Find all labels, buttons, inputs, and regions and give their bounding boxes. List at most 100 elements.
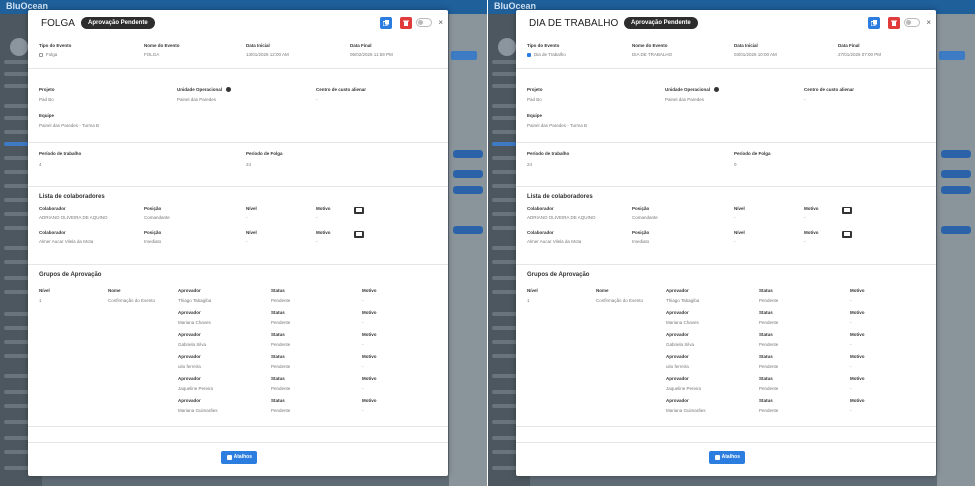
approver-status: Pendente bbox=[759, 320, 779, 325]
approver-name: Mariana Chaves bbox=[178, 320, 211, 325]
footer-divider bbox=[28, 442, 448, 443]
approver-label: Aprovador bbox=[666, 354, 689, 359]
info-icon[interactable] bbox=[226, 87, 231, 92]
collaborator-level: - bbox=[246, 239, 248, 244]
approver-name: Thiago Tabagiba bbox=[666, 298, 700, 303]
delete-button[interactable] bbox=[400, 17, 412, 29]
event-name-value: DIA DE TRABALHO bbox=[632, 52, 673, 57]
reason-label: Motivo bbox=[362, 310, 377, 315]
shortcuts-label: Atalhos bbox=[721, 454, 740, 460]
level-label: Nível bbox=[246, 230, 257, 235]
right-screen: BluOcean DIA DE TRABALHO Aprovação Pende… bbox=[488, 0, 975, 486]
event-type-checkbox[interactable] bbox=[39, 53, 43, 57]
calendar-event[interactable] bbox=[453, 170, 483, 178]
event-type-checkbox[interactable] bbox=[527, 53, 531, 57]
approval-button[interactable] bbox=[451, 51, 477, 60]
section-divider bbox=[516, 426, 936, 427]
status-label: Status bbox=[759, 310, 773, 315]
calendar-event[interactable] bbox=[941, 170, 971, 178]
approver-label: Aprovador bbox=[666, 332, 689, 337]
calendar-event[interactable] bbox=[453, 186, 483, 194]
calendar-event[interactable] bbox=[453, 226, 483, 234]
reason-label: Motivo bbox=[850, 398, 865, 403]
status-label: Status bbox=[271, 288, 285, 293]
delete-button[interactable] bbox=[888, 17, 900, 29]
collaborator-name: ADRIANO OLIVEIRA DE AQUINO bbox=[527, 215, 596, 220]
copy-button[interactable] bbox=[868, 17, 880, 29]
calendar-event[interactable] bbox=[941, 186, 971, 194]
status-label: Status bbox=[759, 354, 773, 359]
approver-status: Pendente bbox=[759, 364, 779, 369]
chat-icon[interactable] bbox=[842, 231, 852, 238]
reason-label: Motivo bbox=[362, 354, 377, 359]
approval-name: Confirmação do Evento bbox=[108, 298, 156, 303]
team-value: Painel das Paredes - Turma B bbox=[39, 123, 100, 128]
info-icon[interactable] bbox=[714, 87, 719, 92]
close-icon[interactable]: × bbox=[438, 18, 443, 27]
approval-level: 1 bbox=[527, 298, 530, 303]
chat-icon[interactable] bbox=[842, 207, 852, 214]
section-divider bbox=[516, 142, 936, 143]
calendar-event[interactable] bbox=[941, 150, 971, 158]
calendar-event[interactable] bbox=[941, 226, 971, 234]
modal-title: DIA DE TRABALHO bbox=[529, 18, 619, 29]
approver-status: Pendente bbox=[759, 386, 779, 391]
approver-reason: - bbox=[850, 298, 852, 303]
modal-header: DIA DE TRABALHO Aprovação Pendente × bbox=[516, 10, 936, 36]
footer-divider bbox=[516, 442, 936, 443]
start-date-label: Data Inicial bbox=[246, 43, 270, 48]
calendar-event[interactable] bbox=[453, 150, 483, 158]
collaborator-label: Colaborador bbox=[527, 206, 554, 211]
approver-reason: - bbox=[362, 342, 364, 347]
collaborator-reason: - bbox=[804, 215, 806, 220]
approver-reason: - bbox=[362, 386, 364, 391]
reason-label: Motivo bbox=[362, 332, 377, 337]
event-type-value: Dia de Trabalho bbox=[534, 52, 566, 57]
reason-label: Motivo bbox=[850, 376, 865, 381]
approver-reason: - bbox=[850, 320, 852, 325]
start-date-label: Data Inicial bbox=[734, 43, 758, 48]
trash-icon bbox=[891, 20, 897, 26]
end-date-value: 06/02/2026 11:59 PM bbox=[350, 52, 393, 57]
copy-button[interactable] bbox=[380, 17, 392, 29]
leave-period-label: Período de Folga bbox=[734, 151, 771, 156]
level-label: Nível bbox=[734, 230, 745, 235]
approver-label: Aprovador bbox=[178, 310, 201, 315]
unit-label: Unidade Operacional bbox=[177, 87, 223, 92]
shortcuts-button[interactable]: Atalhos bbox=[709, 451, 745, 464]
approver-reason: - bbox=[362, 320, 364, 325]
modal-title: FOLGA bbox=[41, 18, 75, 29]
section-divider bbox=[516, 68, 936, 69]
collaborator-name: Almer Aucar Vilela da Mota bbox=[39, 239, 94, 244]
approval-button[interactable] bbox=[939, 51, 965, 60]
toggle-switch[interactable] bbox=[904, 18, 920, 27]
chat-icon[interactable] bbox=[354, 231, 364, 238]
leave-period-label: Período de Folga bbox=[246, 151, 283, 156]
cost-center-label: Centro de custo alienar bbox=[804, 87, 855, 92]
reason-label: Motivo bbox=[316, 230, 331, 235]
avatar[interactable] bbox=[10, 38, 28, 56]
status-label: Status bbox=[759, 332, 773, 337]
approver-name: uito ferreira bbox=[178, 364, 201, 369]
position-label: Posição bbox=[144, 230, 162, 235]
avatar[interactable] bbox=[498, 38, 516, 56]
approver-label: Aprovador bbox=[178, 354, 201, 359]
event-type-label: Tipo do Evento bbox=[527, 43, 560, 48]
approver-status: Pendente bbox=[759, 408, 779, 413]
chat-icon[interactable] bbox=[354, 207, 364, 214]
level-header: Nível bbox=[39, 288, 50, 293]
collaborator-reason: - bbox=[804, 239, 806, 244]
shortcuts-button[interactable]: Atalhos bbox=[221, 451, 257, 464]
approver-status: Pendente bbox=[271, 320, 291, 325]
approver-label: Aprovador bbox=[178, 332, 201, 337]
approver-reason: - bbox=[362, 298, 364, 303]
approval-title: Grupos de Aprovação bbox=[527, 272, 590, 278]
close-icon[interactable]: × bbox=[926, 18, 931, 27]
toggle-switch[interactable] bbox=[416, 18, 432, 27]
collaborator-position: Comandante bbox=[144, 215, 170, 220]
modal-header: FOLGA Aprovação Pendente × bbox=[28, 10, 448, 36]
reason-label: Motivo bbox=[850, 288, 865, 293]
unit-value: Painel das Paredes bbox=[177, 97, 217, 102]
collaborator-label: Colaborador bbox=[39, 206, 66, 211]
section-divider bbox=[28, 142, 448, 143]
